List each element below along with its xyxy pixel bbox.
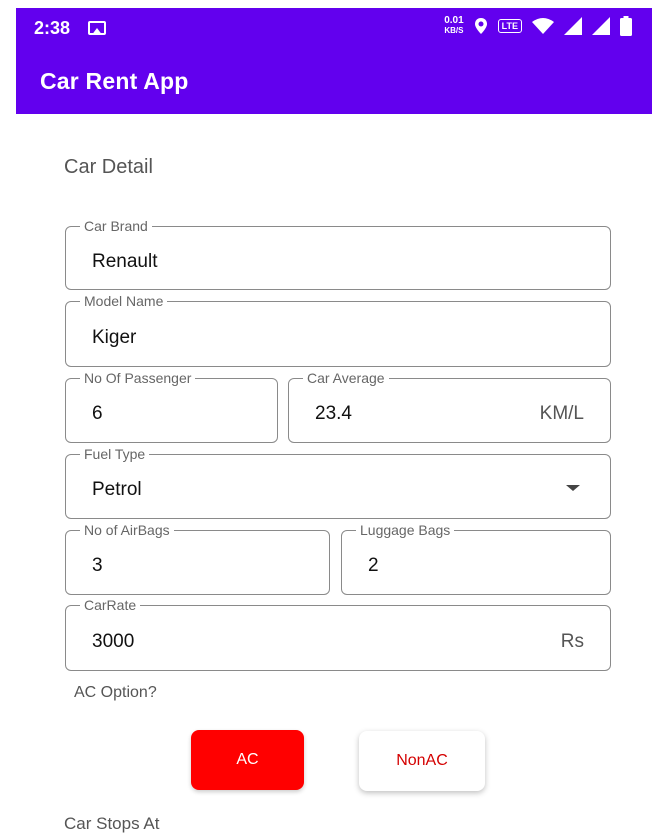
location-icon bbox=[474, 18, 487, 34]
fuel-type-dropdown[interactable]: Fuel Type Petrol bbox=[65, 445, 611, 519]
car-rate-suffix: Rs bbox=[560, 631, 584, 652]
volte-icon: LTE bbox=[497, 19, 522, 33]
car-average-suffix: KM/L bbox=[539, 403, 584, 424]
model-name-label: Model Name bbox=[80, 292, 168, 310]
car-brand-value: Renault bbox=[92, 251, 158, 272]
signal-icon bbox=[564, 17, 582, 35]
ac-button[interactable]: AC bbox=[191, 730, 304, 790]
ac-option-label: AC Option? bbox=[74, 684, 157, 701]
wifi-icon bbox=[532, 18, 554, 34]
airbags-field[interactable]: No of AirBags 3 bbox=[65, 521, 330, 595]
network-speed-unit: KB/S bbox=[444, 26, 464, 35]
airbags-value: 3 bbox=[92, 555, 103, 576]
network-speed: 0.01 KB/S bbox=[444, 16, 463, 36]
car-rate-field[interactable]: CarRate 3000 Rs bbox=[65, 596, 611, 671]
app-bar: Car Rent App bbox=[16, 48, 652, 114]
car-rate-label: CarRate bbox=[80, 596, 141, 614]
model-name-value: Kiger bbox=[92, 327, 137, 348]
car-stops-label: Car Stops At bbox=[64, 814, 160, 833]
status-icons: 0.01 KB/S LTE bbox=[444, 16, 632, 36]
passenger-label: No Of Passenger bbox=[80, 369, 196, 387]
car-average-label: Car Average bbox=[303, 369, 389, 387]
car-average-field[interactable]: Car Average 23.4 KM/L bbox=[288, 369, 611, 443]
battery-icon bbox=[620, 16, 632, 36]
luggage-value: 2 bbox=[368, 555, 379, 576]
model-name-field[interactable]: Model Name Kiger bbox=[65, 292, 611, 367]
airbags-label: No of AirBags bbox=[80, 521, 174, 539]
passenger-value: 6 bbox=[92, 403, 103, 424]
status-time: 2:38 bbox=[34, 18, 71, 38]
status-bar: 2:38 0.01 KB/S LTE bbox=[16, 8, 652, 48]
car-rate-value: 3000 bbox=[92, 631, 135, 652]
app-title: Car Rent App bbox=[40, 68, 189, 94]
gallery-notification-icon bbox=[88, 21, 106, 35]
dropdown-arrow-icon[interactable] bbox=[566, 485, 580, 491]
car-brand-label: Car Brand bbox=[80, 217, 152, 235]
car-average-value: 23.4 bbox=[315, 403, 352, 424]
network-speed-value: 0.01 bbox=[444, 15, 464, 26]
signal-2-icon bbox=[592, 17, 610, 35]
nonac-button[interactable]: NonAC bbox=[359, 731, 485, 791]
fuel-type-label: Fuel Type bbox=[80, 445, 150, 463]
passenger-field[interactable]: No Of Passenger 6 bbox=[65, 369, 278, 443]
luggage-label: Luggage Bags bbox=[356, 521, 455, 539]
luggage-field[interactable]: Luggage Bags 2 bbox=[341, 521, 611, 595]
fuel-type-value: Petrol bbox=[92, 479, 142, 500]
car-brand-field[interactable]: Car Brand Renault bbox=[65, 217, 611, 290]
page-title: Car Detail bbox=[64, 156, 153, 178]
